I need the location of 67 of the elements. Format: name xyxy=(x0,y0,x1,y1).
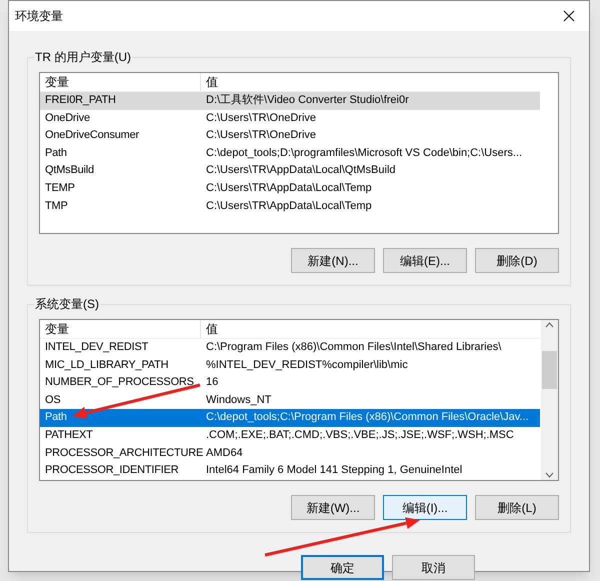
variable-name: NUMBER_OF_PROCESSORS xyxy=(44,375,195,390)
variable-value: %INTEL_DEV_REDIST%compiler\lib\mic xyxy=(205,358,409,373)
close-icon xyxy=(563,10,575,22)
variable-name: FREI0R_PATH xyxy=(44,93,117,108)
variable-value: C:\Users\TR\AppData\Local\QtMsBuild xyxy=(205,163,397,178)
variable-value: C:\Users\TR\AppData\Local\Temp xyxy=(205,180,373,196)
column-header[interactable]: 变量 xyxy=(40,73,201,91)
variable-name: Path xyxy=(44,146,68,161)
variable-value: C:\Users\TR\OneDrive xyxy=(205,110,318,126)
variable-value: Intel64 Family 6 Model 141 Stepping 1, GenuineIntel xyxy=(205,463,464,478)
dialog-button[interactable]: 取消 xyxy=(392,555,475,580)
dialog-button[interactable]: 新建(W)... xyxy=(291,495,375,520)
column-header[interactable]: 值 xyxy=(201,73,540,91)
variable-row[interactable]: TEMP C:\Users\TR\AppData\Local\Temp xyxy=(40,180,540,198)
variable-name: OS xyxy=(44,392,62,408)
variable-row[interactable]: PROCESSOR_IDENTIFIER Intel64 Family 6 Model 141 Stepping 1, GenuineIntel xyxy=(40,462,540,480)
variable-row[interactable]: TMP C:\Users\TR\AppData\Local\Temp xyxy=(40,198,540,216)
scroll-up-icon[interactable] xyxy=(545,322,554,328)
variable-value: D:\工具软件\Video Converter Studio\frei0r xyxy=(205,93,410,108)
variable-value: 16 xyxy=(205,375,220,390)
variable-row[interactable]: QtMsBuild C:\Users\TR\AppData\Local\QtMsBuild xyxy=(40,162,540,180)
variable-name: PATHEXT xyxy=(44,428,94,443)
variable-row[interactable]: PROCESSOR_ARCHITECTURE AMD64 xyxy=(40,444,540,462)
variable-value: C:\depot_tools;C:\Program Files (x86)\Common Files\Oracle\Jav... xyxy=(205,410,530,426)
variable-name: PROCESSOR_ARCHITECTURE xyxy=(44,446,201,461)
variable-row[interactable]: OS Windows_NT xyxy=(40,392,540,410)
variable-name: MIC_LD_LIBRARY_PATH xyxy=(44,358,170,373)
variable-name: Path xyxy=(44,410,68,426)
variable-name: TMP xyxy=(44,198,69,214)
scroll-down-icon[interactable] xyxy=(545,472,554,478)
variable-name: OneDrive xyxy=(44,110,91,126)
variable-value: .COM;.EXE;.BAT;.CMD;.VBS;.VBE;.JS;.JSE;.WSF;.WSH;.MSC xyxy=(205,428,515,443)
column-header[interactable]: 变量 xyxy=(40,320,201,338)
variable-row[interactable]: MIC_LD_LIBRARY_PATH %INTEL_DEV_REDIST%compiler\lib\mic xyxy=(40,356,540,374)
variable-row[interactable]: Path C:\depot_tools;C:\Program Files (x86)\Common Files\Oracle\Jav... xyxy=(40,409,540,427)
dialog-button[interactable]: 编辑(I)... xyxy=(383,495,467,520)
variable-name: PROCESSOR_IDENTIFIER xyxy=(44,463,180,478)
variable-value: Windows_NT xyxy=(205,392,272,408)
variable-list[interactable] xyxy=(39,319,559,481)
scrollbar[interactable] xyxy=(541,320,558,480)
variable-list[interactable] xyxy=(39,72,559,234)
variable-name: INTEL_DEV_REDIST xyxy=(44,340,150,355)
dialog-button[interactable]: 编辑(E)... xyxy=(383,248,467,273)
dialog-button[interactable]: 删除(L) xyxy=(475,495,559,520)
variable-row[interactable]: OneDrive C:\Users\TR\OneDrive xyxy=(40,110,540,128)
variable-row[interactable]: OneDriveConsumer C:\Users\TR\OneDrive xyxy=(40,127,540,145)
variable-name: OneDriveConsumer xyxy=(44,128,140,144)
variable-value: C:\Users\TR\AppData\Local\Temp xyxy=(205,198,373,214)
variable-value: C:\Program Files (x86)\Common Files\Intel\Shared Libraries\ xyxy=(205,340,502,355)
variable-row[interactable]: Path C:\depot_tools;D:\programfiles\Microsoft VS Code\bin;C:\Users... xyxy=(40,144,540,162)
variable-value: AMD64 xyxy=(205,446,244,461)
variable-value: C:\Users\TR\OneDrive xyxy=(205,128,318,144)
variable-name: TEMP xyxy=(44,180,76,196)
dialog-button[interactable]: 删除(D) xyxy=(475,248,559,273)
scrollbar-thumb[interactable] xyxy=(542,351,557,389)
variable-name: QtMsBuild xyxy=(44,163,95,178)
group-label: 系统变量(S) xyxy=(34,296,100,312)
variable-row[interactable]: FREI0R_PATH D:\工具软件\Video Converter Studio\frei0r xyxy=(40,92,540,110)
group-label: TR 的用户变量(U) xyxy=(34,49,132,65)
dialog-button[interactable]: 新建(N)... xyxy=(291,248,375,273)
column-header[interactable]: 值 xyxy=(201,320,540,338)
variable-value: C:\depot_tools;D:\programfiles\Microsoft VS Code\bin;C:\Users... xyxy=(205,146,524,161)
variable-row[interactable]: NUMBER_OF_PROCESSORS 16 xyxy=(40,374,540,392)
window-title: 环境变量 xyxy=(15,8,63,25)
dialog-button[interactable]: 确定 xyxy=(301,555,384,580)
variable-row[interactable]: INTEL_DEV_REDIST C:\Program Files (x86)\Common Files\Intel\Shared Libraries\ xyxy=(40,339,540,357)
variable-row[interactable]: PATHEXT .COM;.EXE;.BAT;.CMD;.VBS;.VBE;.JS;.JSE;.WSF;.WSH;.MSC xyxy=(40,426,540,445)
